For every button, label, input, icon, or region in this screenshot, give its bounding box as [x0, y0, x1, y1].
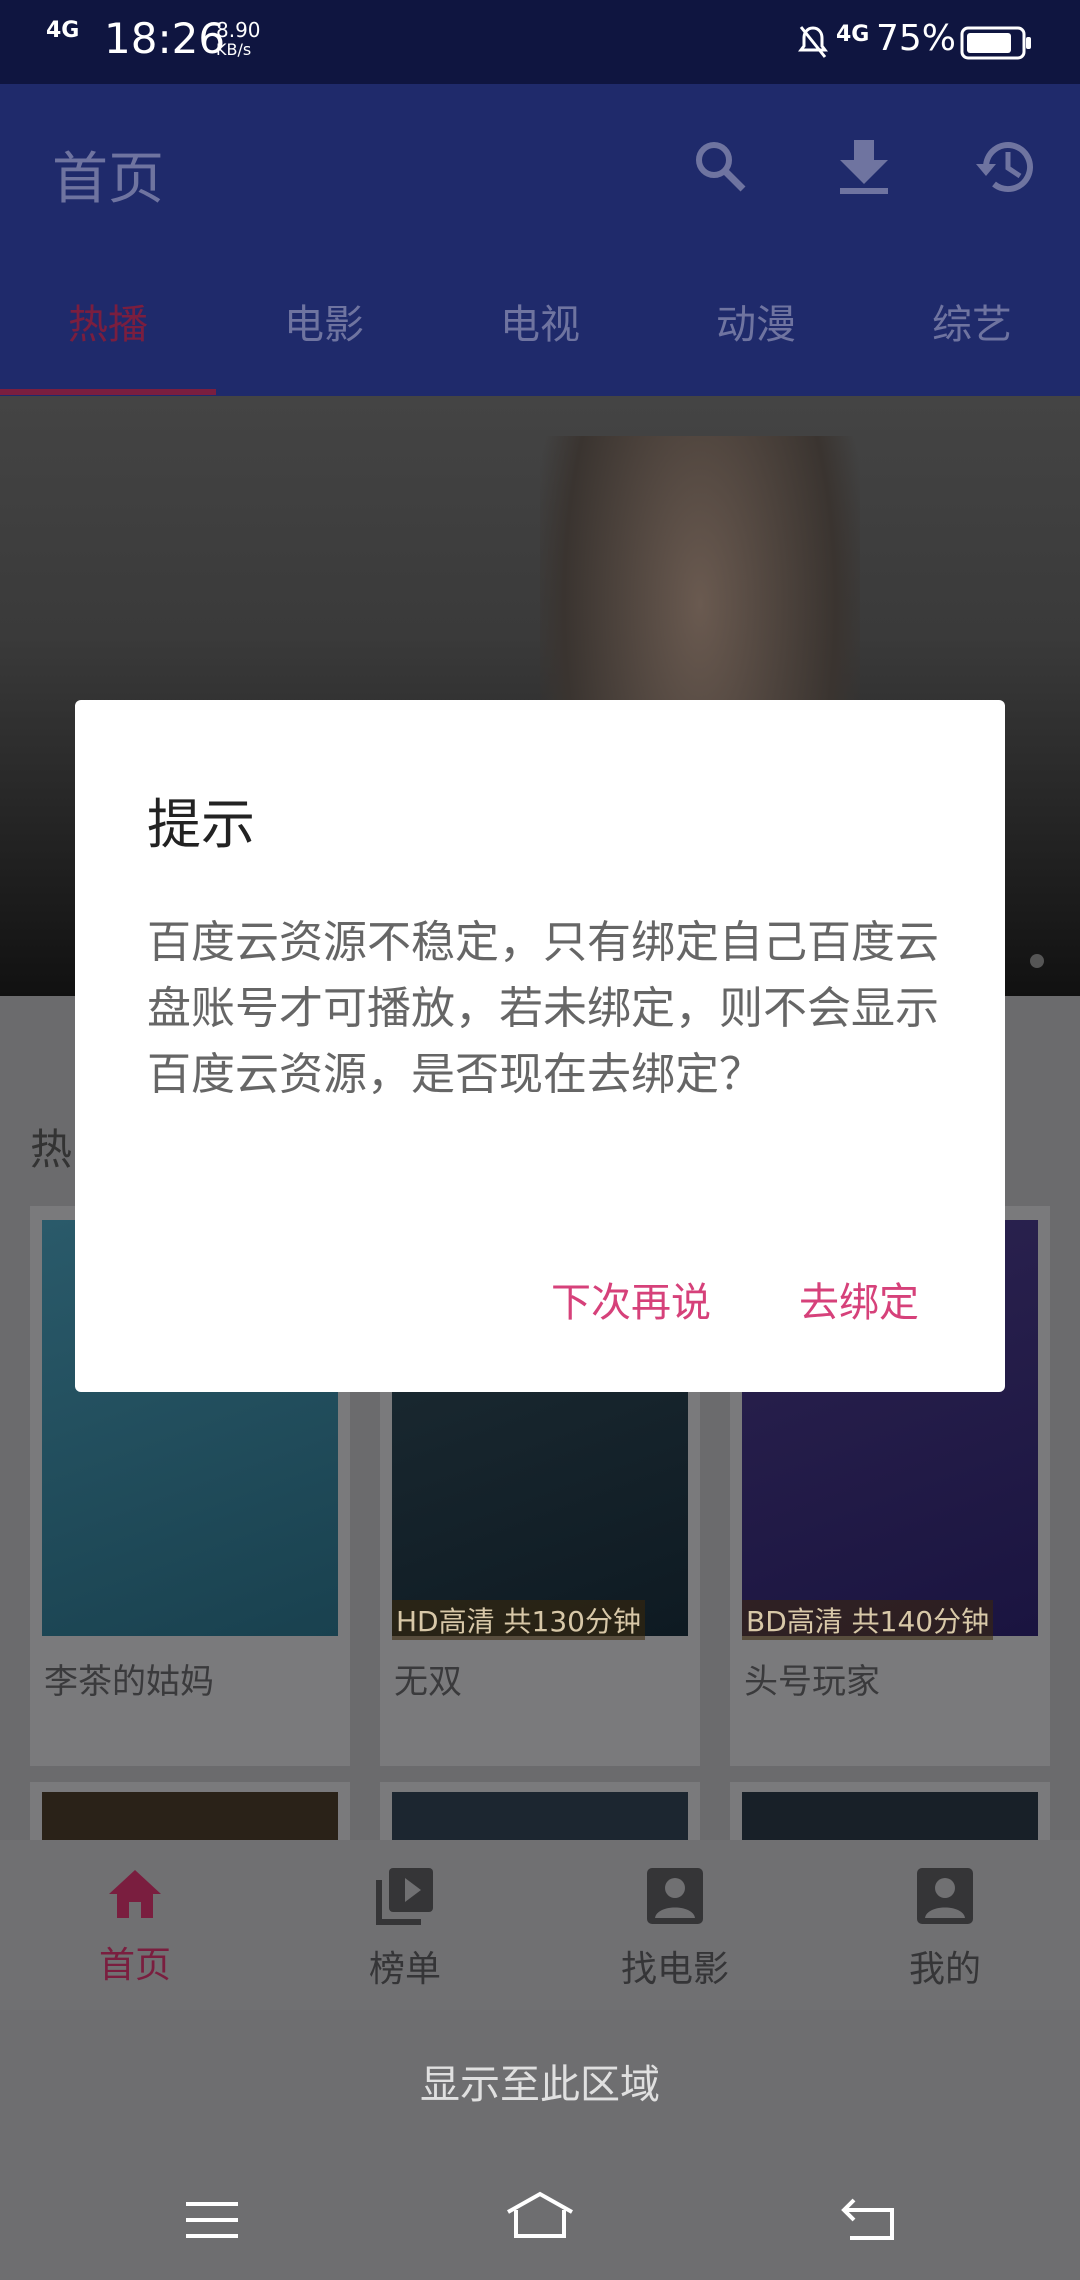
clock: 18:26 — [104, 14, 226, 63]
movie-card[interactable] — [30, 1782, 350, 1842]
banner-dot[interactable] — [1030, 954, 1044, 968]
app-bar: 首页 热播 电影 电视 动漫 综艺 — [0, 84, 1080, 396]
tab-variety[interactable]: 综艺 — [864, 292, 1080, 350]
movie-poster — [392, 1792, 688, 1842]
account-box-icon — [917, 1868, 973, 1924]
download-icon[interactable] — [836, 136, 892, 200]
account-box-icon — [647, 1868, 703, 1924]
section-title: 热 — [30, 1125, 73, 1174]
battery-icon — [960, 26, 1032, 64]
dialog-title: 提示 — [147, 793, 255, 856]
nav-ranking[interactable]: 榜单 — [270, 1866, 540, 1992]
speed-unit: KB/s — [216, 40, 252, 59]
home-icon — [109, 1870, 161, 1918]
tab-hot[interactable]: 热播 — [0, 292, 216, 350]
nav-mine[interactable]: 我的 — [810, 1866, 1080, 1992]
home-nav-icon[interactable] — [504, 2190, 576, 2244]
system-navigation-bar — [0, 2160, 1080, 2280]
tab-indicator — [0, 389, 216, 395]
nav-home[interactable]: 首页 — [0, 1866, 270, 1988]
movie-poster — [42, 1792, 338, 1842]
network-indicator: 4G — [46, 18, 80, 43]
display-area-hint: 显示至此区域 — [0, 2010, 1080, 2160]
nav-label: 找电影 — [620, 1949, 729, 1990]
status-bar: 4G 18:26 8.90 KB/s 4G 75% — [0, 0, 1080, 84]
quality-badge: BD高清 共140分钟 — [742, 1600, 994, 1640]
page-title: 首页 — [52, 147, 164, 212]
tab-anime[interactable]: 动漫 — [648, 292, 864, 350]
network-speed: 8.90 KB/s — [216, 20, 261, 60]
movie-card[interactable] — [730, 1782, 1050, 1842]
nav-label: 榜单 — [368, 1949, 441, 1990]
search-icon[interactable] — [690, 136, 750, 200]
menu-icon[interactable] — [186, 2200, 238, 2244]
nav-label: 我的 — [908, 1949, 981, 1990]
movie-title: 头号玩家 — [744, 1662, 880, 1702]
bottom-navigation: 首页 榜单 找电影 我的 — [0, 1840, 1080, 2010]
later-button[interactable]: 下次再说 — [551, 1270, 711, 1328]
quality-badge: HD高清 共130分钟 — [392, 1600, 645, 1640]
nav-label: 首页 — [98, 1945, 171, 1986]
bind-button[interactable]: 去绑定 — [799, 1270, 919, 1328]
battery-percent: 75% — [876, 18, 957, 59]
nav-find-movie[interactable]: 找电影 — [540, 1866, 810, 1992]
mute-icon — [798, 24, 828, 60]
back-icon[interactable] — [840, 2196, 896, 2246]
movie-poster — [742, 1792, 1038, 1842]
speed-value: 8.90 — [216, 18, 261, 42]
bind-prompt-dialog: 提示 百度云资源不稳定，只有绑定自己百度云盘账号才可播放，若未绑定，则不会显示百… — [75, 700, 1005, 1392]
tab-tv[interactable]: 电视 — [432, 292, 648, 350]
movie-card[interactable] — [380, 1782, 700, 1842]
tab-movies[interactable]: 电影 — [216, 292, 432, 350]
network-indicator-2: 4G — [836, 22, 870, 47]
movie-title: 无双 — [394, 1662, 462, 1702]
movie-title: 李茶的姑妈 — [44, 1662, 214, 1702]
playlist-icon — [376, 1868, 433, 1925]
history-icon[interactable] — [974, 134, 1040, 204]
dialog-message: 百度云资源不稳定，只有绑定自己百度云盘账号才可播放，若未绑定，则不会显示百度云资… — [147, 917, 939, 1100]
